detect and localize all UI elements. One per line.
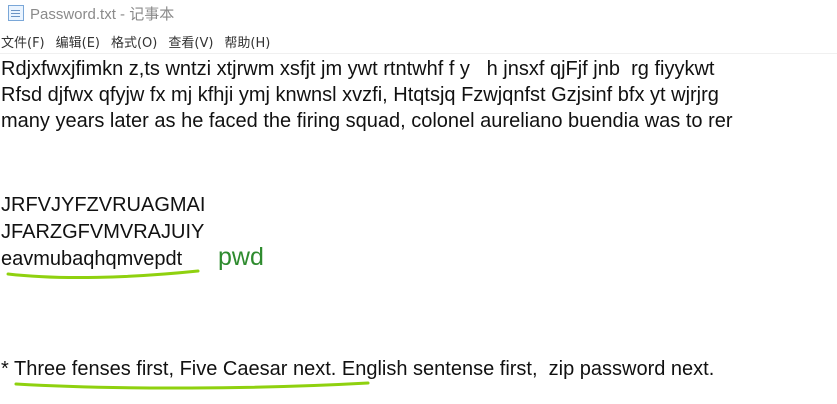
highlight-annotations <box>6 269 370 390</box>
pwd-underline <box>6 269 200 280</box>
hint-underline <box>14 381 370 390</box>
